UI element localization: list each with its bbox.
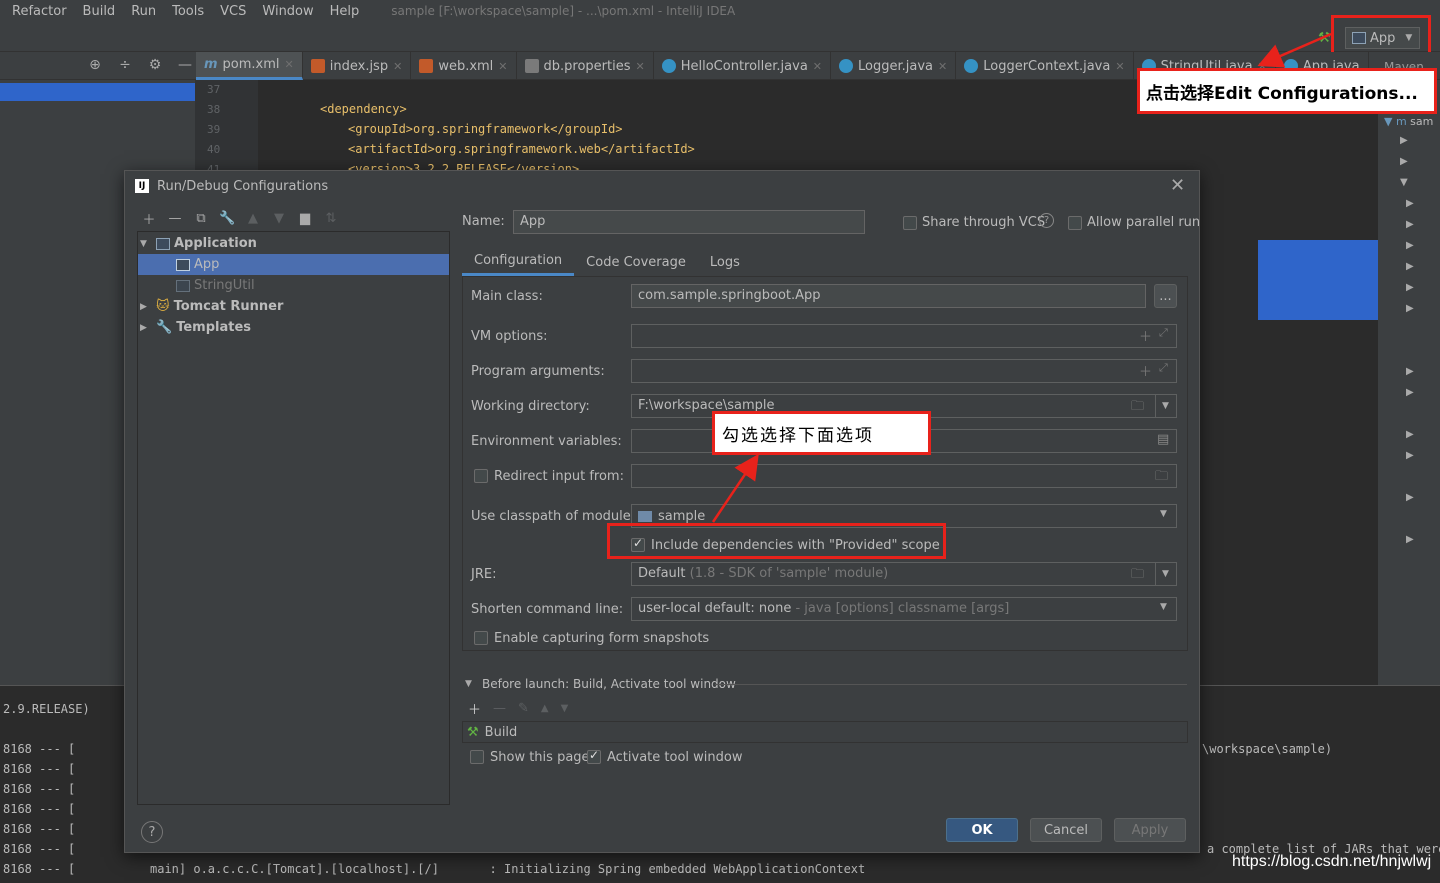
arrow-to-label (711, 453, 759, 523)
watermark: https://blog.csdn.net/hnjwlwj (1232, 853, 1432, 870)
annotation-arrows (711, 32, 1332, 523)
arrow-to-run-config (1257, 32, 1332, 68)
